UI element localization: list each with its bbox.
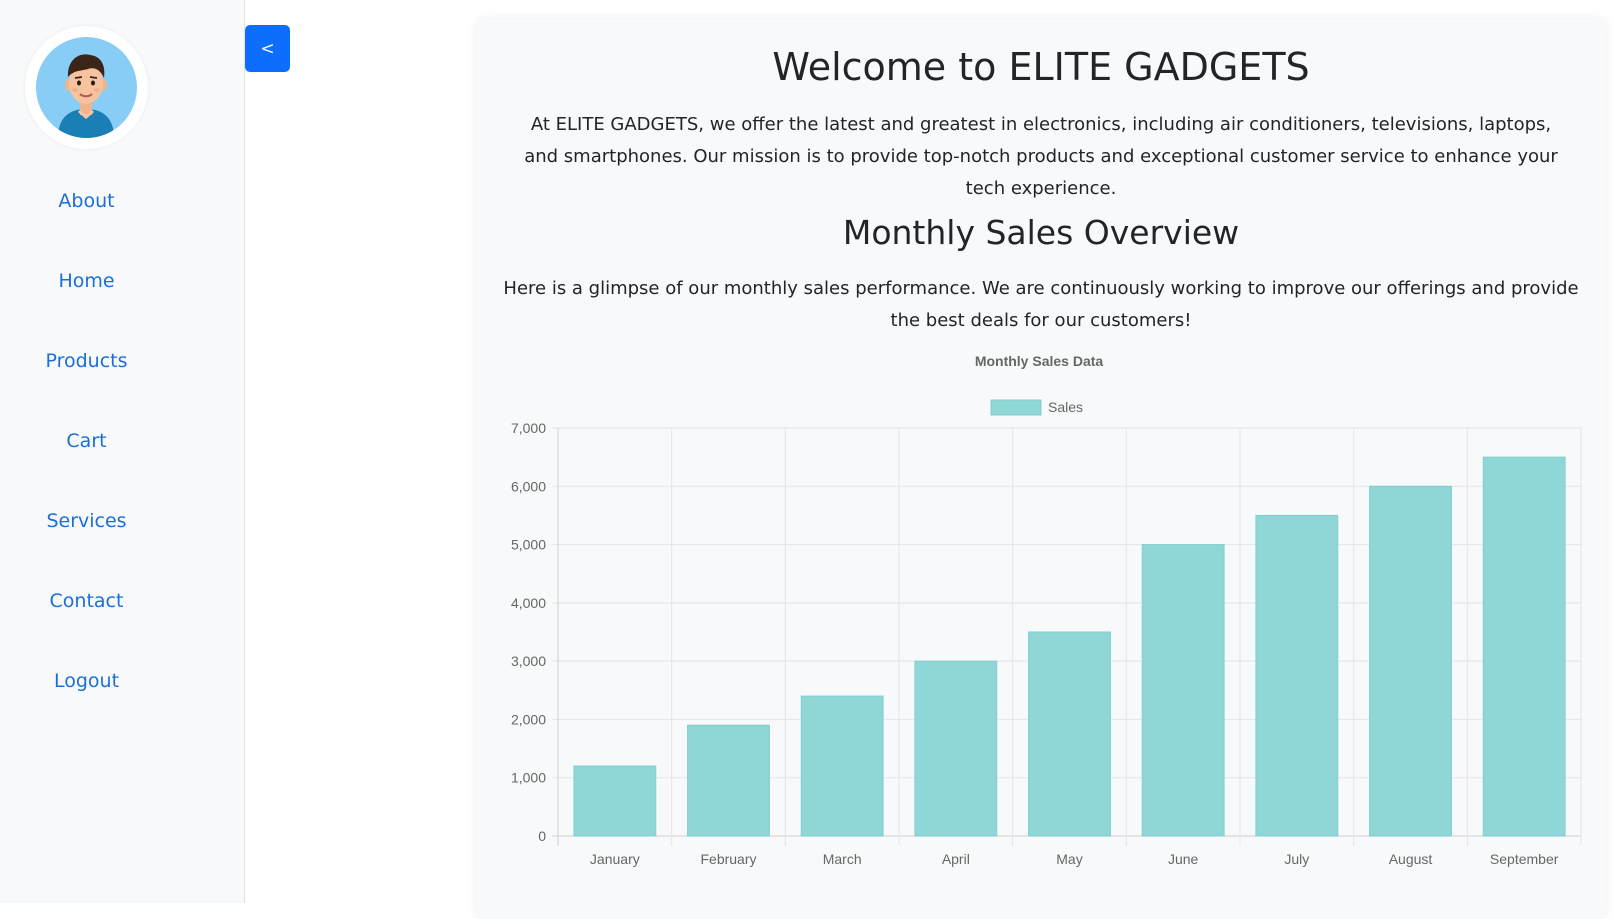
sidebar-item-home[interactable]: Home xyxy=(0,266,173,296)
sidebar-item-contact[interactable]: Contact xyxy=(0,586,173,616)
sales-bar[interactable] xyxy=(1141,544,1225,837)
y-tick-label: 5,000 xyxy=(511,537,546,553)
y-tick-label: 0 xyxy=(538,828,546,844)
x-tick-label: February xyxy=(700,851,756,867)
sales-bar[interactable] xyxy=(1369,485,1452,837)
x-tick-label: March xyxy=(823,851,862,867)
avatar xyxy=(36,37,137,138)
legend-label[interactable]: Sales xyxy=(1048,399,1083,415)
user-avatar-icon xyxy=(58,54,114,138)
sidebar-item-logout[interactable]: Logout xyxy=(0,666,173,696)
sales-bar[interactable] xyxy=(573,765,657,837)
y-tick-label: 7,000 xyxy=(511,420,546,436)
y-tick-label: 6,000 xyxy=(511,478,546,494)
sidebar-toggle-button[interactable]: < xyxy=(245,25,290,72)
sidebar-item-services[interactable]: Services xyxy=(0,506,173,536)
sales-bar[interactable] xyxy=(914,660,998,837)
y-tick-label: 1,000 xyxy=(511,770,546,786)
sidebar-item-about[interactable]: About xyxy=(0,186,173,216)
sales-bar[interactable] xyxy=(687,724,770,837)
sidebar-item-cart[interactable]: Cart xyxy=(0,426,173,456)
x-tick-label: April xyxy=(942,851,970,867)
x-tick-label: July xyxy=(1284,851,1309,867)
sales-bar[interactable] xyxy=(1482,456,1566,837)
sales-bar[interactable] xyxy=(800,695,884,837)
sidebar-item-products[interactable]: Products xyxy=(0,346,173,376)
sidebar: About Home Products Cart Services Contac… xyxy=(0,0,245,903)
y-tick-label: 2,000 xyxy=(511,711,546,727)
sales-bar[interactable] xyxy=(1255,514,1339,837)
welcome-text: At ELITE GADGETS, we offer the latest an… xyxy=(524,114,1558,199)
legend-swatch[interactable] xyxy=(990,399,1042,416)
x-tick-label: June xyxy=(1168,851,1199,867)
y-tick-label: 4,000 xyxy=(511,595,546,611)
x-tick-label: January xyxy=(590,851,640,867)
y-tick-label: 3,000 xyxy=(511,653,546,669)
avatar-frame xyxy=(25,26,148,149)
x-tick-label: August xyxy=(1389,851,1433,867)
sales-bar-chart: Monthly Sales Data Sales 0 1,000 2,000 3,00… xyxy=(511,353,1582,867)
x-tick-label: September xyxy=(1490,851,1559,867)
sales-bar[interactable] xyxy=(1028,631,1111,837)
welcome-title: Welcome to ELITE GADGETS xyxy=(772,45,1310,89)
chart-title: Monthly Sales Data xyxy=(975,353,1104,369)
overview-title: Monthly Sales Overview xyxy=(842,213,1240,252)
x-tick-label: May xyxy=(1056,851,1082,867)
overview-text: Here is a glimpse of our monthly sales p… xyxy=(503,278,1579,331)
